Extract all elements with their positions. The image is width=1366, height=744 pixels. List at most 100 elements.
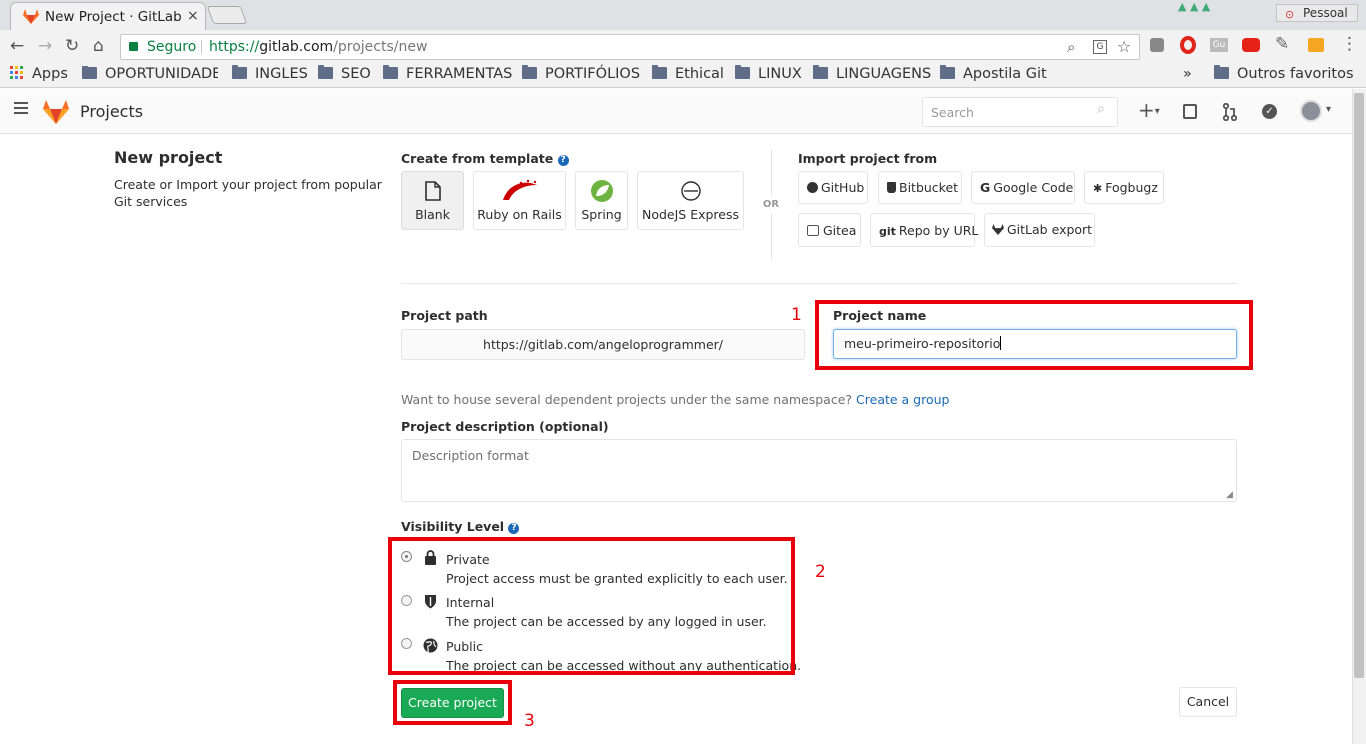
folder-icon xyxy=(82,66,97,79)
annotation-number: 2 xyxy=(815,562,826,582)
template-ruby-on-rails[interactable]: Ruby on Rails xyxy=(473,171,566,230)
extension-icon[interactable] xyxy=(1150,38,1164,52)
template-name: Ruby on Rails xyxy=(477,207,562,222)
template-blank[interactable]: Blank xyxy=(401,171,464,230)
templates-label: Create from template ? xyxy=(401,151,569,166)
bookmark-apps[interactable]: Apps xyxy=(10,66,68,82)
import-fogbugz-button[interactable]: ✱ Fogbugz xyxy=(1084,171,1164,204)
annotation-box-visibility xyxy=(388,537,795,675)
bitbucket-icon xyxy=(887,182,896,193)
help-icon[interactable]: ? xyxy=(508,523,520,534)
git-icon: git xyxy=(879,225,896,238)
visibility-label: Visibility Level ? xyxy=(401,519,520,534)
chevron-down-icon[interactable]: ▾ xyxy=(1326,104,1331,115)
import-repo-by-url-button[interactable]: git Repo by URL xyxy=(870,213,978,247)
project-path-label: Project path xyxy=(401,308,488,323)
bookmarks-bar: Apps OPORTUNIDADE INGLES SEO FERRAMENTAS… xyxy=(0,63,1366,88)
merge-request-icon[interactable] xyxy=(1222,103,1238,121)
gitlab-header: Projects Search ⌕ +▾ ✓ ▾ xyxy=(0,89,1352,134)
gitlab-favicon-icon xyxy=(23,9,39,24)
browser-tabbar: New Project · GitLab × ▲ ▲ ▲ ⊙ Pessoal xyxy=(0,0,1366,30)
folder-icon xyxy=(232,65,247,79)
search-input[interactable]: Search ⌕ xyxy=(922,97,1118,127)
help-icon[interactable]: ? xyxy=(557,155,569,166)
scrollbar-thumb[interactable] xyxy=(1354,93,1364,678)
page-description: Create or Import your project from popul… xyxy=(114,177,382,209)
rails-icon xyxy=(503,179,537,200)
file-icon xyxy=(425,181,441,201)
apps-grid-icon xyxy=(10,66,23,79)
home-icon[interactable]: ⌂ xyxy=(93,36,104,56)
divider xyxy=(401,283,1237,284)
bookmark-folder[interactable]: OPORTUNIDADE xyxy=(82,66,218,82)
template-name: Spring xyxy=(581,207,622,222)
group-hint: Want to house several dependent projects… xyxy=(401,392,950,407)
folder-icon xyxy=(652,65,667,79)
profile-button[interactable]: ⊙ Pessoal xyxy=(1276,4,1358,22)
template-nodejs-express[interactable]: NodeJS Express xyxy=(637,171,744,230)
folder-icon xyxy=(383,65,398,79)
extension-gu-icon[interactable]: Gu xyxy=(1210,38,1228,52)
bookmark-folder[interactable]: Apostila Git xyxy=(940,65,1047,82)
reload-icon[interactable]: ↻ xyxy=(65,36,79,56)
express-icon xyxy=(681,181,701,201)
forward-icon[interactable]: → xyxy=(38,36,52,56)
template-spring[interactable]: Spring xyxy=(575,171,628,230)
annotation-number: 1 xyxy=(791,305,802,325)
bookmark-star-icon[interactable]: ☆ xyxy=(1117,35,1131,59)
extension-css-icon[interactable] xyxy=(1308,38,1324,52)
profile-icon: ⊙ xyxy=(1285,8,1295,21)
url-text: https://gitlab.com/projects/new xyxy=(209,39,428,55)
resize-handle-icon[interactable]: ◢ xyxy=(1226,490,1233,500)
spring-leaf-icon xyxy=(591,180,613,202)
browser-tab[interactable]: New Project · GitLab × xyxy=(10,2,206,30)
bookmark-folder[interactable]: PORTIFÓLIOS xyxy=(522,65,640,82)
bookmarks-overflow-button[interactable]: » xyxy=(1183,66,1192,82)
import-github-button[interactable]: GitHub xyxy=(798,171,868,204)
bookmark-folder[interactable]: LINUX xyxy=(735,65,802,82)
bookmark-folder[interactable]: SEO xyxy=(318,65,371,82)
profile-name: Pessoal xyxy=(1303,6,1348,20)
import-label: Import project from xyxy=(798,151,938,166)
import-gitlab-export-button[interactable]: GitLab export xyxy=(984,213,1095,247)
zoom-icon[interactable]: ⌕ xyxy=(1067,35,1075,59)
description-textarea[interactable]: Description format ◢ xyxy=(401,439,1237,502)
import-bitbucket-button[interactable]: Bitbucket xyxy=(878,171,962,204)
eyedropper-icon[interactable]: ✎ xyxy=(1275,34,1289,54)
bookmark-folder[interactable]: INGLES xyxy=(232,65,308,82)
bookmark-folder[interactable]: Ethical xyxy=(652,65,724,82)
annotation-box-project-name xyxy=(815,300,1253,370)
header-title[interactable]: Projects xyxy=(80,102,143,121)
bookmark-other-folder[interactable]: Outros favoritos xyxy=(1214,65,1354,82)
page-title: New project xyxy=(114,148,223,167)
menu-icon[interactable]: ⋮ xyxy=(1341,34,1358,54)
divider xyxy=(201,40,202,54)
avatar[interactable] xyxy=(1300,100,1322,122)
extension-icon: ▲ ▲ ▲ xyxy=(1178,0,1211,13)
folder-icon xyxy=(318,65,333,79)
secure-label: Seguro xyxy=(147,39,197,55)
translate-icon[interactable]: G xyxy=(1093,40,1107,54)
gitea-icon xyxy=(807,225,819,236)
youtube-icon[interactable] xyxy=(1242,38,1260,52)
new-tab-button[interactable] xyxy=(206,6,248,24)
gitlab-logo-icon[interactable] xyxy=(43,100,69,124)
bookmark-folder[interactable]: FERRAMENTAS xyxy=(383,65,512,82)
annotation-number: 3 xyxy=(524,711,535,731)
new-dropdown-icon[interactable]: +▾ xyxy=(1138,98,1160,122)
create-group-link[interactable]: Create a group xyxy=(856,392,949,407)
opera-icon[interactable] xyxy=(1180,36,1196,54)
issues-check-icon[interactable]: ✓ xyxy=(1262,104,1277,119)
github-icon xyxy=(807,182,818,193)
tab-close-icon[interactable]: × xyxy=(187,8,199,24)
back-icon[interactable]: ← xyxy=(10,36,24,56)
import-google-code-button[interactable]: G Google Code xyxy=(971,171,1075,204)
address-bar[interactable]: Seguro https://gitlab.com/projects/new ⌕… xyxy=(120,34,1140,60)
tab-title: New Project · GitLab xyxy=(45,9,182,25)
bookmark-folder[interactable]: LINGUAGENS xyxy=(813,65,931,82)
cancel-button[interactable]: Cancel xyxy=(1179,687,1237,717)
hamburger-menu-icon[interactable] xyxy=(14,107,28,109)
import-gitea-button[interactable]: Gitea xyxy=(798,213,861,247)
todos-board-icon[interactable] xyxy=(1183,104,1197,119)
folder-icon xyxy=(940,65,955,79)
